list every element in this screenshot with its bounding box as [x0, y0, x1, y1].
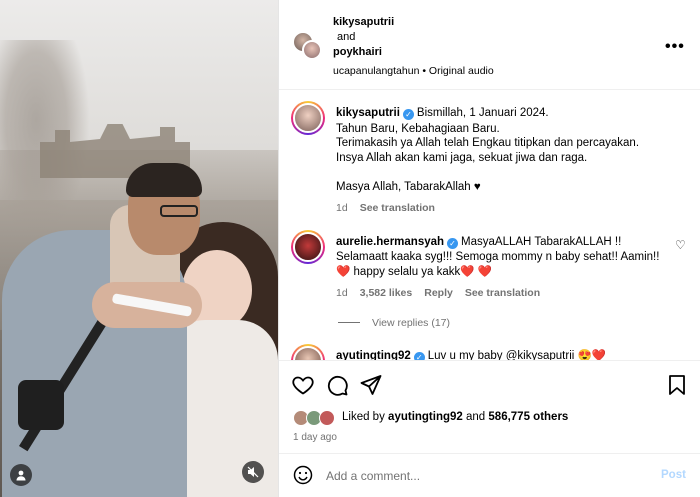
caption-meta: 1d See translation — [336, 202, 447, 214]
verified-badge-icon: ✓ — [402, 109, 414, 120]
more-options-icon[interactable]: ••• — [665, 38, 685, 56]
verified-badge-icon: ✓ — [447, 238, 459, 249]
comment1-text-2: Selamaatt kaaka syg!!! Semoga mommy n ba… — [336, 251, 660, 263]
comment1-see-translation[interactable]: See translation — [465, 287, 540, 299]
heart-emoji-icon: ❤️ — [336, 266, 351, 278]
comment2-avatar[interactable] — [291, 344, 325, 360]
comment-icon[interactable] — [325, 373, 349, 397]
comment1-avatar[interactable] — [291, 230, 325, 264]
caption-see-translation[interactable]: See translation — [360, 202, 435, 214]
header-username-2[interactable]: poykhairi — [333, 46, 382, 58]
comment1-username[interactable]: aurelie.hermansyah — [336, 236, 444, 248]
post-header: kikysaputrii and poykhairi ucapanulangta… — [279, 0, 700, 90]
view-replies-button[interactable]: View replies (17) — [338, 317, 450, 329]
photo-glasses — [160, 205, 198, 217]
caption-line-5: Masya Allah, TabarakAllah ♥ — [336, 181, 481, 193]
comment1-text-3-line: ❤️ happy selalu ya kakk❤️ ❤️ — [336, 264, 492, 280]
post-side-panel: kikysaputrii and poykhairi ucapanulangta… — [278, 0, 700, 497]
photo-man-hair — [126, 163, 202, 197]
liked-by-and: and — [466, 411, 486, 423]
header-and-text: and — [337, 31, 356, 43]
post-date[interactable]: 1 day ago — [293, 432, 337, 443]
liked-by-line: Liked by ayutingting92 and 586,775 other… — [342, 411, 568, 423]
header-username-1[interactable]: kikysaputrii — [333, 16, 394, 28]
caption-avatar[interactable] — [291, 101, 325, 135]
heart-icon[interactable] — [291, 373, 315, 397]
comment1-first-line: aurelie.hermansyah ✓ MasyaALLAH TabarakALL… — [336, 234, 621, 250]
caption-line-1: Bismillah, 1 Januari 2024. — [416, 107, 549, 119]
verified-badge-icon: ✓ — [413, 352, 425, 360]
comment1-like-heart-icon[interactable]: ♡ — [675, 238, 686, 252]
tagged-users-button[interactable] — [10, 464, 32, 486]
post-actions: Liked by ayutingting92 and 586,775 other… — [279, 360, 700, 452]
post-button[interactable]: Post — [661, 469, 686, 481]
caption-username[interactable]: kikysaputrii — [336, 107, 400, 119]
comment1-text-1: MasyaALLAH TabarakALLAH !! — [461, 236, 622, 248]
liker-avatar[interactable] — [319, 410, 335, 426]
caption-age: 1d — [336, 202, 348, 214]
caption-line-4: Insya Allah akan kami jaga, sekuat jiwa … — [336, 152, 588, 164]
view-replies-label: View replies (17) — [372, 317, 451, 329]
caption-line-3: Terimakasih ya Allah telah Engkau titipk… — [336, 137, 640, 149]
share-icon[interactable] — [359, 373, 383, 397]
speaker-muted-icon — [247, 466, 259, 478]
comment1-avatar-image — [293, 232, 323, 262]
add-comment-bar: Post — [279, 453, 700, 497]
comment1-age: 1d — [336, 287, 348, 299]
bookmark-icon[interactable] — [665, 373, 689, 397]
audio-link[interactable]: ucapanulangtahun • Original audio — [333, 65, 494, 77]
photo-camera — [18, 380, 64, 430]
liked-by-prefix: Liked by — [342, 411, 385, 423]
liked-by-user[interactable]: ayutingting92 — [388, 411, 463, 423]
comment2-text: Luv u my baby @kikysaputrii 😍❤️ — [427, 350, 607, 360]
comment-input[interactable] — [326, 466, 646, 486]
comment2-username[interactable]: ayutingting92 — [336, 350, 411, 360]
comment1-likes[interactable]: 3,582 likes — [360, 287, 413, 299]
emoji-icon[interactable] — [293, 465, 313, 485]
caption-avatar-image — [293, 103, 323, 133]
comments-section[interactable]: kikysaputrii ✓ Bismillah, 1 Januari 2024. … — [279, 91, 700, 360]
caption-first-line: kikysaputrii ✓ Bismillah, 1 Januari 2024. — [336, 105, 549, 121]
comment1-reply-button[interactable]: Reply — [424, 287, 453, 299]
heart-emoji-icon: ❤️ ❤️ — [460, 266, 493, 278]
comment2-avatar-image — [293, 346, 323, 360]
user-icon — [16, 470, 26, 481]
comment1-text-3: happy selalu ya kakk — [353, 266, 461, 278]
avatar-user2[interactable] — [302, 40, 322, 60]
comment2-line: ayutingting92 ✓ Luv u my baby @kikysaputri… — [336, 348, 606, 360]
comment1-meta: 1d 3,582 likes Reply See translation — [336, 287, 552, 299]
mute-button[interactable] — [242, 461, 264, 483]
post-photo[interactable] — [0, 0, 278, 497]
likes-count[interactable]: 586,775 others — [488, 411, 568, 423]
replies-dash — [338, 322, 360, 323]
